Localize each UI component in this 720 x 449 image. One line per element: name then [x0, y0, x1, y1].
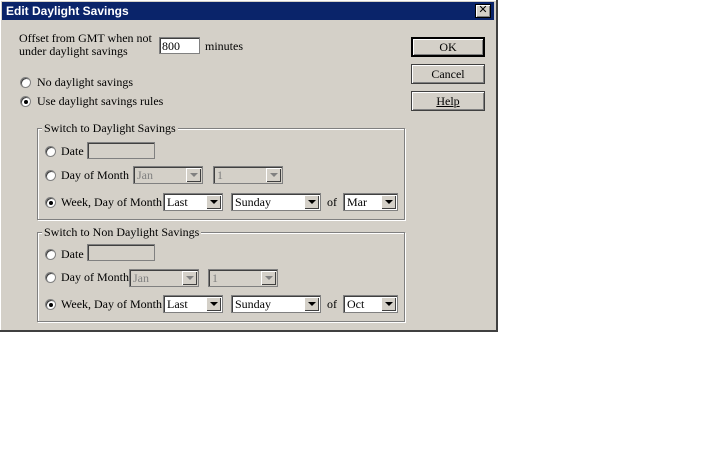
to-dst-dom-month-select[interactable]: Jan — [133, 166, 203, 184]
close-icon: ✕ — [478, 4, 488, 16]
to-std-dom-day-select[interactable]: 1 — [208, 269, 278, 287]
to-std-week-select[interactable]: Last — [163, 295, 223, 313]
edit-daylight-savings-dialog: Edit Daylight Savings ✕ Offset from GMT … — [0, 0, 498, 332]
chevron-down-icon — [304, 195, 319, 209]
to-std-of-label: of — [327, 297, 337, 311]
chevron-down-icon — [381, 297, 396, 311]
to-std-week-value: Last — [167, 297, 188, 311]
to-dst-weekday-value: Sunday — [235, 195, 271, 209]
offset-label-line2: under daylight savings — [19, 44, 128, 58]
window-title: Edit Daylight Savings — [6, 4, 129, 18]
close-button[interactable]: ✕ — [475, 4, 491, 18]
to-std-date-input[interactable] — [87, 244, 155, 261]
to-std-dom-day-value: 1 — [212, 271, 218, 285]
chevron-down-icon — [261, 271, 276, 285]
to-std-wdom-radio[interactable] — [45, 299, 56, 310]
to-dst-date-input[interactable] — [87, 142, 155, 159]
no-daylight-radio[interactable] — [20, 77, 31, 88]
to-std-dom-radio[interactable] — [45, 272, 56, 283]
chevron-down-icon — [266, 168, 281, 182]
chevron-down-icon — [206, 195, 221, 209]
to-std-dom-label: Day of Month — [61, 270, 129, 284]
title-bar: Edit Daylight Savings ✕ — [2, 2, 494, 20]
offset-unit: minutes — [205, 39, 243, 53]
to-std-weekday-value: Sunday — [235, 297, 271, 311]
to-std-group-title: Switch to Non Daylight Savings — [42, 225, 202, 240]
to-std-dom-month-value: Jan — [133, 271, 149, 285]
to-dst-dom-month-value: Jan — [137, 168, 153, 182]
to-dst-dom-day-value: 1 — [217, 168, 223, 182]
chevron-down-icon — [381, 195, 396, 209]
to-dst-week-value: Last — [167, 195, 188, 209]
use-rules-label: Use daylight savings rules — [37, 94, 164, 108]
to-dst-wdom-label: Week, Day of Month — [61, 195, 163, 209]
to-dst-month-select[interactable]: Mar — [343, 193, 398, 211]
to-std-wdom-label: Week, Day of Month — [61, 297, 163, 311]
use-rules-radio[interactable] — [20, 96, 31, 107]
to-dst-weekday-select[interactable]: Sunday — [231, 193, 321, 211]
to-std-weekday-select[interactable]: Sunday — [231, 295, 321, 313]
to-dst-date-label: Date — [61, 144, 84, 158]
to-dst-of-label: of — [327, 195, 337, 209]
chevron-down-icon — [304, 297, 319, 311]
to-dst-dom-label: Day of Month — [61, 168, 129, 182]
help-button[interactable]: Help — [411, 91, 485, 111]
to-std-month-select[interactable]: Oct — [343, 295, 398, 313]
chevron-down-icon — [206, 297, 221, 311]
to-dst-date-radio[interactable] — [45, 146, 56, 157]
to-std-date-radio[interactable] — [45, 249, 56, 260]
to-dst-wdom-radio[interactable] — [45, 197, 56, 208]
offset-label: Offset from GMT when not under daylight … — [19, 32, 152, 58]
to-std-month-value: Oct — [347, 297, 365, 311]
to-dst-month-value: Mar — [347, 195, 367, 209]
chevron-down-icon — [182, 271, 197, 285]
to-std-dom-month-select[interactable]: Jan — [129, 269, 199, 287]
to-std-date-label: Date — [61, 247, 84, 261]
offset-input[interactable]: 800 — [159, 37, 200, 54]
cancel-button[interactable]: Cancel — [411, 64, 485, 84]
to-dst-group-title: Switch to Daylight Savings — [42, 121, 178, 136]
to-dst-dom-day-select[interactable]: 1 — [213, 166, 283, 184]
chevron-down-icon — [186, 168, 201, 182]
no-daylight-label: No daylight savings — [37, 75, 133, 89]
to-dst-week-select[interactable]: Last — [163, 193, 223, 211]
ok-button[interactable]: OK — [411, 37, 485, 57]
help-button-label: Help — [436, 94, 460, 108]
to-dst-dom-radio[interactable] — [45, 170, 56, 181]
